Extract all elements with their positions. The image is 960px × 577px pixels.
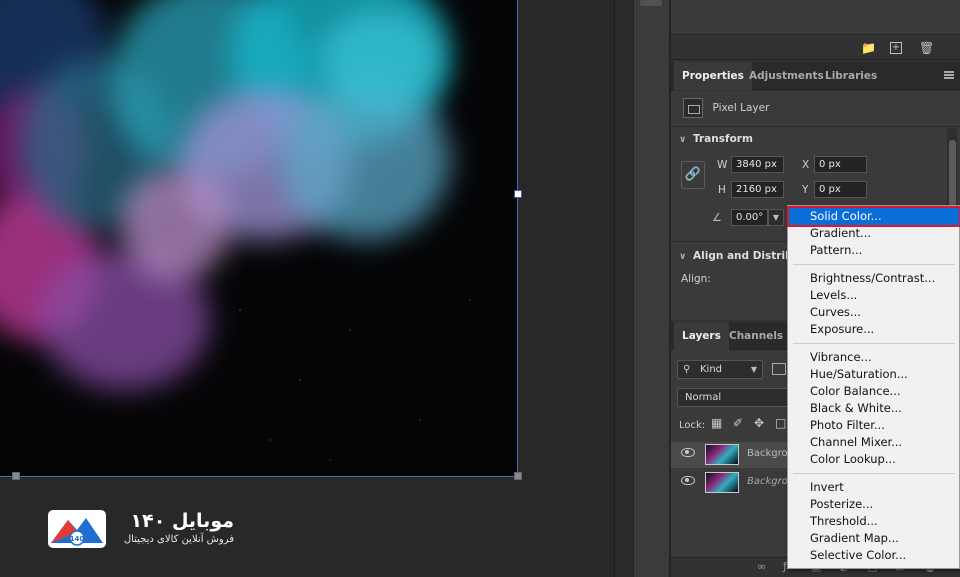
link-layers-icon[interactable]: ∞ [757, 560, 766, 573]
menu-separator [793, 473, 955, 474]
chevron-down-icon: ∨ [679, 252, 687, 262]
menu-item[interactable]: Color Lookup... [789, 451, 959, 468]
menu-item[interactable]: Black & White... [789, 400, 959, 417]
eye-icon[interactable] [681, 476, 695, 485]
layer-row[interactable]: Backgrou [671, 442, 794, 468]
upper-panel-footer: 📁 + 🗑 [671, 34, 960, 60]
lock-transparency-icon[interactable]: ▦ [711, 416, 722, 430]
layer-filter-select[interactable]: ⚲ Kind ▼ [677, 360, 763, 379]
menu-item[interactable]: Solid Color... [787, 206, 960, 227]
image-filter-icon[interactable] [772, 363, 786, 375]
blend-mode-select[interactable]: Normal [677, 388, 789, 407]
watermark-brand: موبایل ۱۴۰ [130, 510, 234, 532]
upper-panel-area [671, 0, 960, 34]
watermark: 140 موبایل ۱۴۰ فروش آنلاین کالای دیجیتال [48, 510, 234, 550]
height-field[interactable]: 2160 px [731, 181, 784, 198]
transform-title: Transform [693, 133, 753, 145]
layer-row[interactable]: Backgrou [671, 470, 794, 496]
dock-divider[interactable] [614, 0, 633, 577]
collapsed-panel-dock [633, 0, 670, 577]
y-field[interactable]: 0 px [814, 181, 867, 198]
divider [671, 126, 960, 127]
menu-item[interactable]: Vibrance... [789, 349, 959, 366]
chevron-down-icon: ▼ [750, 365, 757, 374]
lock-brush-icon[interactable]: ✐ [733, 416, 743, 430]
y-label: Y [802, 184, 809, 196]
transform-section-header[interactable]: ∨ Transform [679, 133, 753, 145]
panel-menu-icon[interactable] [944, 71, 954, 79]
trash-icon[interactable]: 🗑 [919, 41, 934, 55]
eye-icon[interactable] [681, 448, 695, 457]
angle-icon: ∠ [712, 211, 722, 224]
adjustment-layer-menu: Solid Color... Gradient... Pattern... Brigh… [787, 205, 960, 569]
transform-handle-bottom-right[interactable] [514, 472, 522, 480]
h-label: H [718, 184, 726, 196]
properties-tabbar: Properties Adjustments Libraries [671, 62, 960, 90]
new-item-icon[interactable]: + [890, 42, 902, 54]
link-dimensions-button[interactable]: 🔗 [681, 161, 705, 189]
search-icon: ⚲ [683, 364, 691, 375]
selection-edge-bottom [0, 476, 518, 477]
w-label: W [717, 159, 728, 171]
filter-kind-value: Kind [700, 364, 723, 375]
layer-thumbnail [705, 444, 739, 465]
menu-item[interactable]: Hue/Saturation... [789, 366, 959, 383]
menu-item[interactable]: Gradient Map... [789, 530, 959, 547]
selection-edge-right [517, 0, 518, 476]
menu-separator [793, 264, 955, 265]
align-label: Align: [681, 273, 711, 285]
layer-kind-label: Pixel Layer [712, 102, 770, 114]
folder-icon[interactable]: 📁 [861, 41, 876, 55]
menu-item[interactable]: Channel Mixer... [789, 434, 959, 451]
svg-text:140: 140 [70, 535, 85, 543]
smoke-blob [120, 170, 230, 280]
menu-item[interactable]: Exposure... [789, 321, 959, 338]
width-field[interactable]: 3840 px [731, 156, 784, 173]
menu-item[interactable]: Color Balance... [789, 383, 959, 400]
smoke-blob [320, 10, 440, 110]
menu-item[interactable]: Pattern... [789, 242, 959, 259]
x-field[interactable]: 0 px [814, 156, 867, 173]
menu-item[interactable]: Curves... [789, 304, 959, 321]
menu-item[interactable]: Levels... [789, 287, 959, 304]
x-label: X [802, 159, 810, 171]
dock-button[interactable] [640, 0, 662, 6]
canvas-area[interactable]: 140 موبایل ۱۴۰ فروش آنلاین کالای دیجیتال [0, 0, 614, 577]
transform-handle-right[interactable] [514, 190, 522, 198]
lock-move-icon[interactable]: ✥ [754, 416, 764, 430]
menu-item[interactable]: Posterize... [789, 496, 959, 513]
menu-item[interactable]: Threshold... [789, 513, 959, 530]
lock-label: Lock: [679, 420, 706, 431]
menu-item[interactable]: Gradient... [789, 225, 959, 242]
menu-item[interactable]: Selective Color... [789, 547, 959, 564]
lock-artboard-icon[interactable]: □ [775, 416, 786, 430]
menu-item[interactable]: Photo Filter... [789, 417, 959, 434]
transform-handle-bottom-left[interactable] [12, 472, 20, 480]
layer-kind-row: Pixel Layer [683, 98, 769, 118]
document-canvas[interactable] [0, 0, 518, 476]
menu-item[interactable]: Brightness/Contrast... [789, 270, 959, 287]
menu-separator [793, 343, 955, 344]
tab-libraries[interactable]: Libraries [817, 62, 885, 90]
watermark-tagline: فروش آنلاین کالای دیجیتال [123, 534, 234, 545]
properties-scroll-thumb[interactable] [949, 140, 956, 208]
mobile140-logo-icon: 140 [48, 510, 106, 548]
chevron-down-icon[interactable]: ▼ [768, 209, 784, 226]
tab-channels[interactable]: Channels [721, 322, 791, 350]
menu-item[interactable]: Invert [789, 479, 959, 496]
pixel-layer-icon [683, 98, 703, 118]
chevron-down-icon: ∨ [679, 135, 687, 145]
angle-field[interactable]: 0.00° [731, 209, 768, 226]
layer-thumbnail [705, 472, 739, 493]
